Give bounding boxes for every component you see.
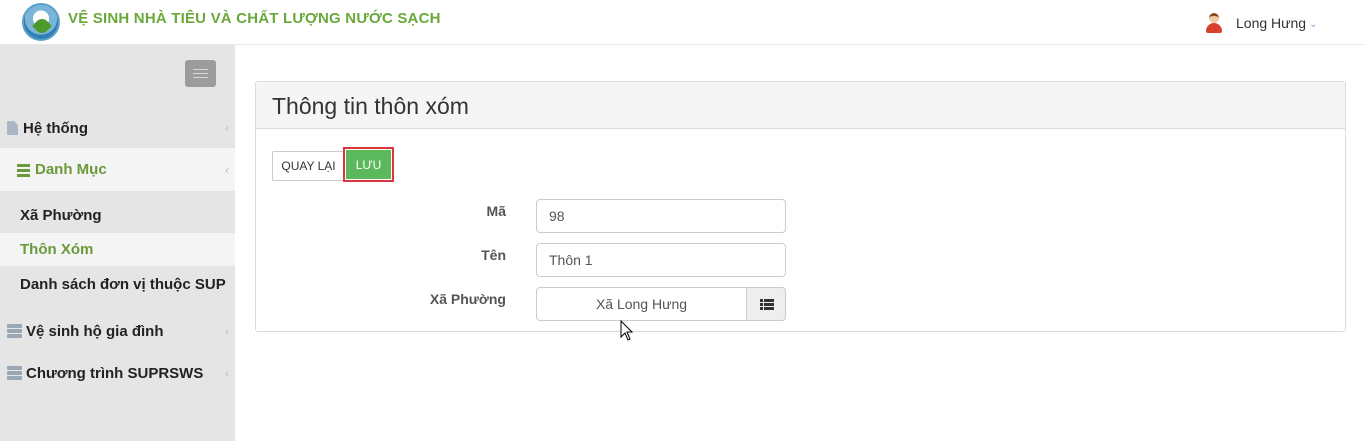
save-button-highlight: LƯU <box>343 147 394 182</box>
list-lookup-icon <box>760 299 774 311</box>
hamburger-icon[interactable] <box>185 60 216 87</box>
chevron-down-icon[interactable]: ⌄ <box>1309 19 1317 30</box>
xa-phuong-label: Xã Phường <box>429 291 506 307</box>
sidebar-item-he-thong[interactable]: Hệ thống ‹ <box>0 113 235 143</box>
sidebar-item-label: Danh Mục <box>35 161 107 178</box>
chevron-left-icon: ‹ <box>225 366 229 380</box>
ten-label: Tên <box>481 247 506 263</box>
save-button[interactable]: LƯU <box>346 150 391 179</box>
panel-heading: Thông tin thôn xóm <box>256 82 1345 129</box>
user-avatar-icon <box>1204 12 1224 34</box>
sidebar-item-label: Hệ thống <box>23 119 88 137</box>
sidebar-item-danh-muc[interactable]: Danh Mục ‹ <box>0 148 235 191</box>
user-name[interactable]: Long Hưng <box>1236 15 1306 31</box>
page-title: Thông tin thôn xóm <box>272 93 469 119</box>
sidebar-subitem-don-vi-sup[interactable]: Danh sách đơn vị thuộc SUP <box>0 268 235 300</box>
sidebar: Hệ thống ‹ Danh Mục ‹ Xã Phường Thôn Xóm… <box>0 45 235 441</box>
server-icon <box>7 324 22 338</box>
sidebar-item-ve-sinh[interactable]: Vệ sinh hộ gia đình ‹ <box>0 316 235 346</box>
sidebar-subitem-thon-xom[interactable]: Thôn Xóm <box>0 233 235 266</box>
ten-field[interactable] <box>536 243 786 277</box>
info-panel: Thông tin thôn xóm QUAY LẠI LƯU Mã Tên X… <box>255 81 1346 332</box>
chevron-left-icon: ‹ <box>225 121 229 135</box>
ma-field[interactable] <box>536 199 786 233</box>
xa-phuong-field[interactable] <box>536 287 747 321</box>
xa-phuong-lookup-button[interactable] <box>746 287 786 321</box>
sidebar-item-label: Vệ sinh hộ gia đình <box>26 322 164 340</box>
file-icon <box>7 121 18 135</box>
server-icon <box>7 366 22 380</box>
xa-phuong-group <box>536 287 786 321</box>
sidebar-subitem-xa-phuong[interactable]: Xã Phường <box>0 199 235 231</box>
mouse-cursor-icon <box>620 320 634 341</box>
sidebar-item-label: Chương trình SUPRSWS <box>26 364 204 382</box>
ma-label: Mã <box>486 203 506 219</box>
app-title: VỆ SINH NHÀ TIÊU VÀ CHẤT LƯỢNG NƯỚC SẠCH <box>68 10 441 27</box>
chevron-left-icon: ‹ <box>225 324 229 338</box>
list-icon <box>16 163 30 177</box>
sidebar-item-chuong-trinh[interactable]: Chương trình SUPRSWS ‹ <box>0 358 235 388</box>
chevron-left-icon: ‹ <box>225 162 229 177</box>
app-logo-icon[interactable] <box>22 3 60 41</box>
top-header: VỆ SINH NHÀ TIÊU VÀ CHẤT LƯỢNG NƯỚC SẠCH… <box>0 0 1365 45</box>
back-button[interactable]: QUAY LẠI <box>272 151 345 181</box>
user-menu[interactable]: Long Hưng ⌄ <box>1204 12 1317 34</box>
